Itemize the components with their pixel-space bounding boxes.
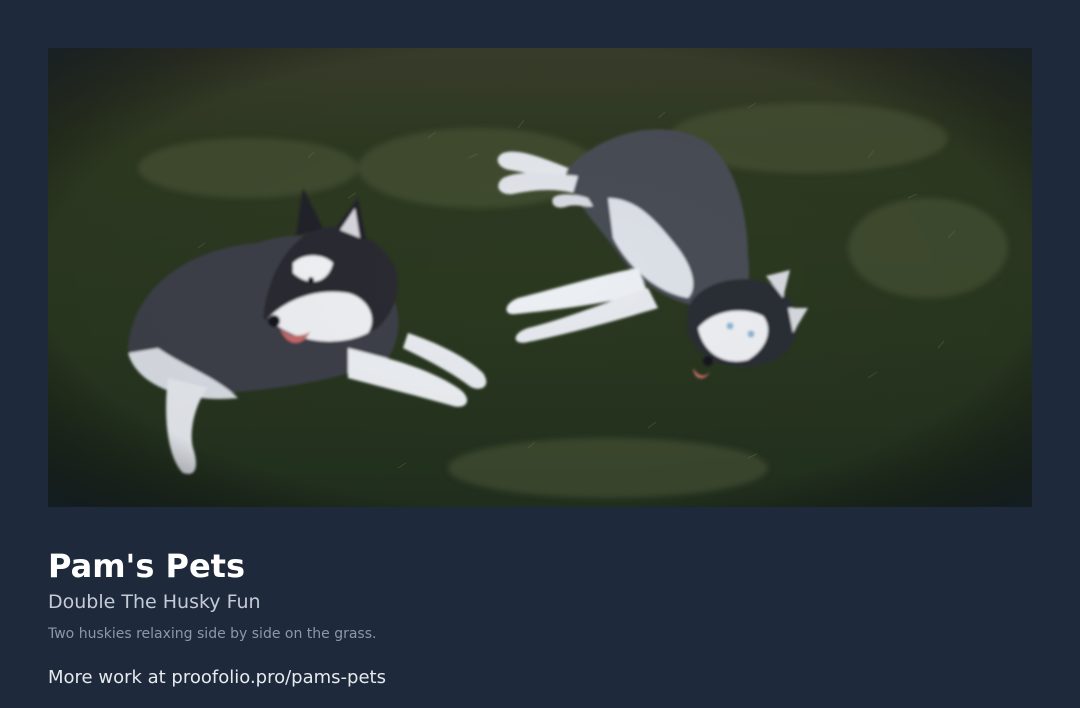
page-title: Pam's Pets <box>48 547 246 585</box>
page: Pam's Pets Double The Husky Fun Two husk… <box>0 0 1080 708</box>
husky-photo-image <box>48 48 1032 507</box>
portfolio-link[interactable]: More work at proofolio.pro/pams-pets <box>48 665 386 690</box>
photo-caption: Two huskies relaxing side by side on the… <box>48 626 377 642</box>
page-subtitle: Double The Husky Fun <box>48 591 261 613</box>
husky-photo <box>48 48 1032 507</box>
